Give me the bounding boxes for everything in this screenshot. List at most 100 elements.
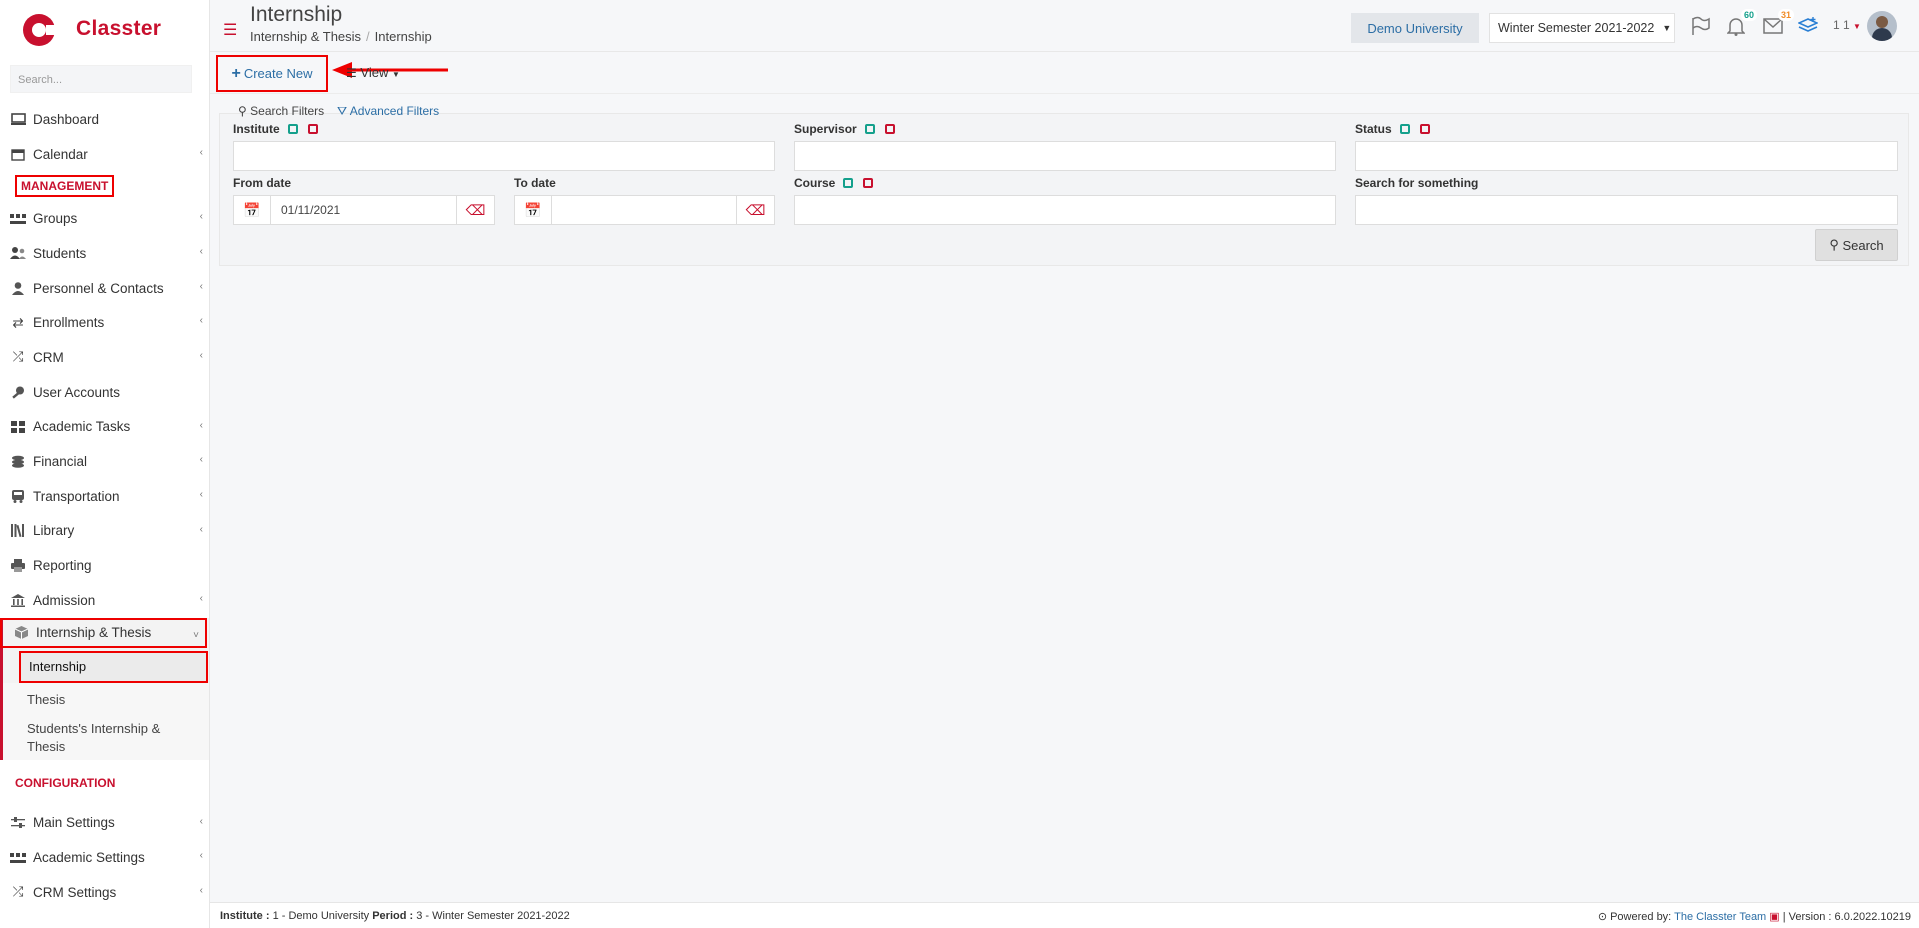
- sidebar-item-label: Academic Tasks: [33, 419, 131, 435]
- sidebar-item-groups[interactable]: Groups ‹: [0, 201, 209, 236]
- course-select[interactable]: [794, 195, 1336, 225]
- breadcrumb-item: Internship: [374, 29, 432, 44]
- top-header: ☰ Internship Internship & Thesis / Interns…: [210, 0, 1919, 52]
- sidebar-item-academic-settings[interactable]: Academic Settings ‹: [0, 840, 209, 875]
- semester-value: Winter Semester 2021-2022: [1498, 21, 1655, 35]
- logo[interactable]: Classter: [0, 0, 209, 58]
- footer-context: Institute : 1 - Demo University Period :…: [220, 910, 570, 922]
- sidebar-item-internship-thesis[interactable]: Internship & Thesis ˅: [0, 617, 207, 648]
- check-all-icon[interactable]: [843, 178, 854, 188]
- section-configuration: CONFIGURATION: [15, 775, 116, 790]
- layers-icon[interactable]: [1795, 13, 1821, 39]
- sidebar-group-internship-thesis: Internship & Thesis ˅ Internship Thesis …: [0, 617, 209, 760]
- sidebar-item-main-settings[interactable]: Main Settings ‹: [0, 806, 209, 841]
- chevron-left-icon: ‹: [199, 885, 203, 896]
- printer-icon: [9, 559, 27, 573]
- institution-icon: [9, 593, 27, 607]
- chevron-left-icon: ‹: [199, 350, 203, 362]
- logo-text: Classter: [76, 17, 162, 40]
- sidebar-item-label: Personnel & Contacts: [33, 280, 164, 296]
- calendar-icon[interactable]: 📅: [515, 196, 552, 224]
- academic-icon: [9, 851, 27, 865]
- eraser-icon[interactable]: ⌫: [456, 196, 494, 224]
- semester-select[interactable]: Winter Semester 2021-2022 ▼: [1489, 13, 1675, 43]
- chevron-left-icon: ‹: [199, 419, 203, 431]
- sidebar-item-crm-settings[interactable]: ⤮ CRM Settings ‹: [0, 875, 209, 910]
- plus-icon: +: [231, 64, 241, 82]
- sidebar-item-financial[interactable]: Financial ‹: [0, 444, 209, 479]
- search-button[interactable]: ⚲ Search: [1815, 229, 1898, 261]
- check-all-icon[interactable]: [1399, 124, 1410, 134]
- chevron-left-icon: ‹: [199, 211, 203, 223]
- check-all-icon[interactable]: [864, 124, 875, 134]
- status-select[interactable]: [1355, 141, 1898, 171]
- classter-logo-icon: [20, 9, 58, 49]
- to-date-label: To date: [514, 176, 556, 190]
- from-date-input[interactable]: 01/11/2021: [271, 203, 456, 217]
- supervisor-select[interactable]: [794, 141, 1336, 171]
- uncheck-all-icon[interactable]: [884, 124, 895, 134]
- sidebar-item-reporting[interactable]: Reporting: [0, 548, 209, 583]
- sidebar-item-transportation[interactable]: Transportation ‹: [0, 479, 209, 514]
- view-dropdown[interactable]: ☰ View ▼: [346, 65, 400, 80]
- avatar[interactable]: [1867, 11, 1897, 41]
- uncheck-all-icon[interactable]: [307, 124, 318, 134]
- groups-icon: [9, 212, 27, 226]
- sidebar-item-calendar[interactable]: Calendar ‹: [0, 137, 209, 172]
- check-all-icon[interactable]: [287, 124, 298, 134]
- sidebar-subitem-students-internship-thesis[interactable]: Students's Internship & Thesis: [3, 715, 209, 760]
- from-date-group: 📅 01/11/2021 ⌫: [233, 195, 495, 225]
- sidebar-item-dashboard[interactable]: Dashboard: [0, 102, 209, 137]
- chevron-left-icon: ‹: [199, 523, 203, 535]
- bell-icon[interactable]: 60: [1723, 9, 1757, 39]
- sidebar-subitem-thesis[interactable]: Thesis: [3, 682, 209, 716]
- team-link[interactable]: The Classter Team: [1674, 911, 1766, 923]
- institute-select[interactable]: [233, 141, 775, 171]
- sidebar-item-personnel[interactable]: Personnel & Contacts ‹: [0, 271, 209, 306]
- supervisor-label: Supervisor: [794, 122, 895, 136]
- sidebar-item-admission[interactable]: Admission ‹: [0, 583, 209, 618]
- envelope-icon[interactable]: 31: [1760, 9, 1794, 39]
- chevron-left-icon: ‹: [199, 280, 203, 292]
- section-management: MANAGEMENT: [0, 171, 209, 201]
- sidebar-item-students[interactable]: Students ‹: [0, 236, 209, 271]
- sidebar-subitem-internship[interactable]: Internship: [19, 650, 208, 683]
- uncheck-all-icon[interactable]: [1419, 124, 1430, 134]
- students-icon: [9, 246, 27, 260]
- box-icon: [12, 626, 30, 640]
- uncheck-all-icon[interactable]: [863, 178, 874, 188]
- eraser-icon[interactable]: ⌫: [736, 196, 774, 224]
- sidebar-item-label: Dashboard: [33, 111, 100, 127]
- search-filters-tab[interactable]: ⚲ Search Filters: [238, 104, 324, 118]
- university-button[interactable]: Demo University: [1351, 13, 1479, 43]
- sidebar-item-label: Calendar: [33, 146, 88, 162]
- breadcrumb: Internship & Thesis / Internship: [250, 29, 432, 44]
- coins-icon: [9, 455, 27, 469]
- institute-label: Institute: [233, 122, 318, 136]
- sidebar-item-label: Academic Settings: [33, 850, 145, 866]
- exchange-icon: ⇄: [12, 314, 24, 330]
- sidebar-item-label: CRM: [33, 349, 64, 365]
- breadcrumb-item[interactable]: Internship & Thesis: [250, 29, 361, 44]
- advanced-filters-tab[interactable]: ⛛ Advanced Filters: [337, 104, 439, 119]
- sidebar: Classter Search... Dashboard Calendar ‹ …: [0, 0, 210, 928]
- search-something-label: Search for something: [1355, 176, 1479, 190]
- sidebar-item-crm[interactable]: ⤮ CRM ‹: [0, 340, 209, 375]
- create-new-button[interactable]: + Create New: [216, 55, 328, 92]
- hamburger-menu-icon[interactable]: ☰: [223, 20, 237, 40]
- books-icon: [9, 524, 27, 538]
- flag-icon[interactable]: [1687, 13, 1713, 39]
- status-label: Status: [1355, 122, 1430, 136]
- sidebar-search-input[interactable]: Search...: [10, 65, 192, 93]
- sidebar-item-enrollments[interactable]: ⇄ Enrollments ‹: [0, 305, 209, 340]
- sidebar-item-user-accounts[interactable]: User Accounts: [0, 375, 209, 410]
- funnel-icon: ⛛: [337, 104, 348, 118]
- calendar-icon[interactable]: 📅: [234, 196, 271, 224]
- course-label: Course: [794, 176, 874, 190]
- toolbar: + Create New ☰ View ▼: [210, 52, 1919, 94]
- sidebar-item-library[interactable]: Library ‹: [0, 514, 209, 549]
- user-menu-toggle[interactable]: 1 1 ▼: [1833, 18, 1861, 32]
- sidebar-item-academic-tasks[interactable]: Academic Tasks ‹: [0, 410, 209, 445]
- search-something-input[interactable]: [1355, 195, 1898, 225]
- shuffle-icon: ⤮: [12, 349, 24, 365]
